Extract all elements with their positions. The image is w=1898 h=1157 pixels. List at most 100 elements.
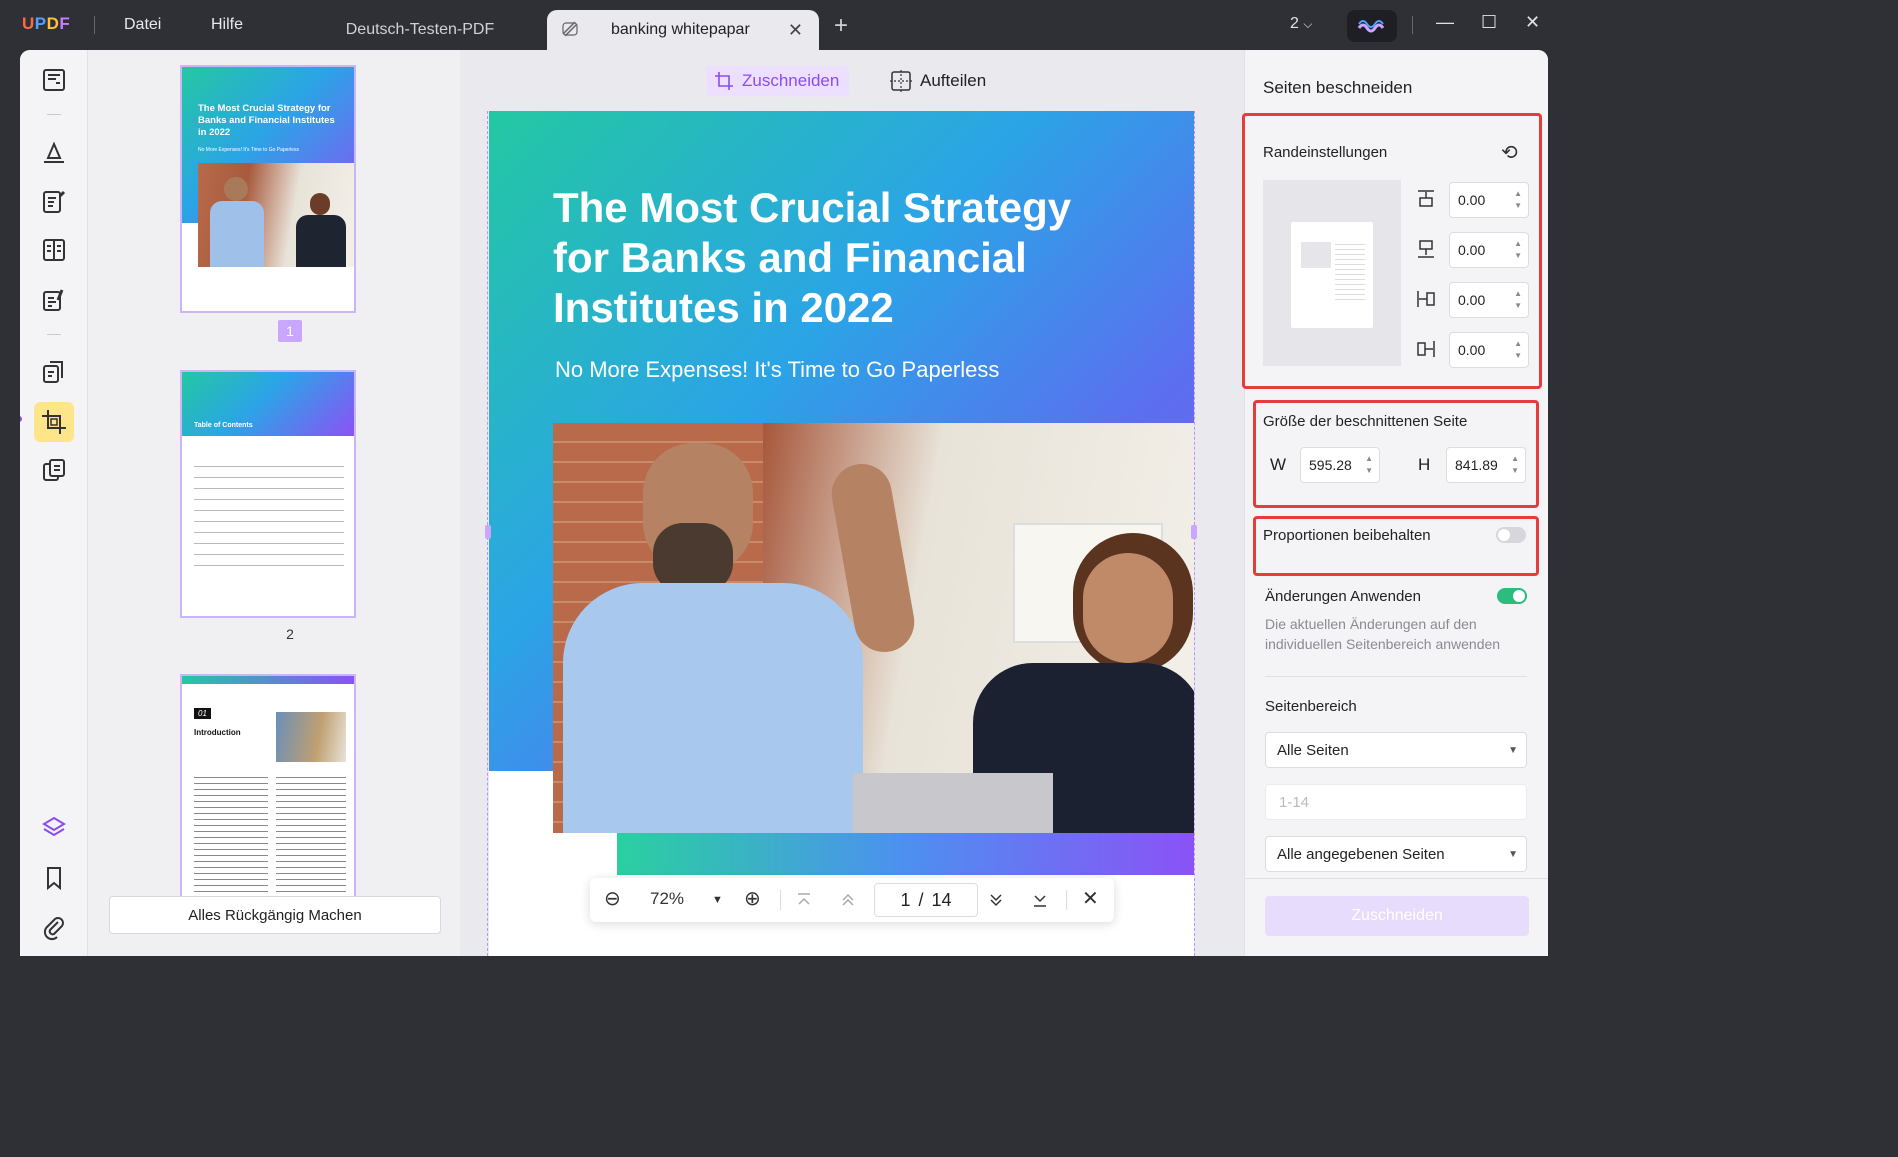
photo-woman-face <box>1083 553 1173 663</box>
close-tab-icon[interactable]: ✕ <box>788 20 803 41</box>
preview-page <box>1291 222 1373 328</box>
stepper-icon[interactable]: ▲ ▼ <box>1365 453 1373 477</box>
zoom-bar: ⊖ 72% ▼ ⊕ 1 / 14 ✕ <box>590 878 1114 922</box>
margin-bottom-value: 0.00 <box>1458 242 1486 258</box>
divider <box>780 890 781 910</box>
menu-datei[interactable]: Datei <box>124 16 161 34</box>
divider <box>1066 890 1067 910</box>
page-subset-select[interactable]: Alle angegebenen Seiten ▼ <box>1265 836 1527 872</box>
crop-boundary[interactable]: The Most Crucial Strategy for Banks and … <box>485 111 1197 956</box>
margin-top-value: 0.00 <box>1458 192 1486 208</box>
text-column <box>276 772 346 896</box>
stepper-icon[interactable]: ▲ ▼ <box>1511 453 1519 477</box>
stepper-icon[interactable]: ▲ ▼ <box>1514 338 1522 362</box>
tab-deutsch-testen-pdf[interactable]: Deutsch-Testen-PDF <box>320 10 520 50</box>
menu-hilfe[interactable]: Hilfe <box>211 16 243 34</box>
margin-settings-highlight: Randeinstellungen ⟲ 0.00 ▲ ▼ 0.00 ▲ ▼ 0.00 ▲ ▼… <box>1242 113 1542 389</box>
cover-subtitle: No More Expenses! It's Time to Go Paperl… <box>555 357 1000 382</box>
panel-title: Seiten beschneiden <box>1263 78 1413 97</box>
updf-logo[interactable]: UPDF <box>22 14 70 34</box>
photo-person-head <box>224 177 248 201</box>
margin-right-input[interactable]: 0.00 ▲ ▼ <box>1449 332 1529 368</box>
page-range-input[interactable]: 1-14 <box>1265 784 1527 820</box>
edit-pdf-icon[interactable] <box>40 188 68 216</box>
new-tab-button[interactable]: + <box>834 12 848 40</box>
reset-icon[interactable]: ⟲ <box>1501 140 1518 165</box>
thumbnail-header-strip <box>182 676 354 684</box>
current-page: 1 <box>900 889 911 910</box>
keep-ratio-toggle[interactable] <box>1496 527 1526 543</box>
photo-man-shirt <box>563 583 863 833</box>
photo-person-body <box>210 201 264 267</box>
width-label: W <box>1270 455 1287 474</box>
attachment-icon[interactable] <box>40 914 68 942</box>
stepper-icon[interactable]: ▲ ▼ <box>1514 288 1522 312</box>
stepper-icon[interactable]: ▲ ▼ <box>1514 188 1522 212</box>
user-avatar[interactable] <box>1347 10 1397 42</box>
dropdown-arrow-icon: ▼ <box>1508 849 1518 860</box>
first-page-icon[interactable] <box>796 892 812 908</box>
minimize-icon[interactable]: — <box>1436 12 1454 33</box>
thumbnail-page-2[interactable]: Table of Contents <box>180 370 356 618</box>
thumbnail-title: The Most Crucial Strategy for Banks and … <box>198 103 335 138</box>
width-input[interactable]: 595.28 ▲ ▼ <box>1300 447 1380 483</box>
chapter-number: 01 <box>194 708 211 719</box>
zoom-in-icon[interactable]: ⊕ <box>744 886 761 911</box>
toc-lines <box>194 456 344 572</box>
toggle-knob <box>1498 529 1510 541</box>
previous-page-icon[interactable] <box>840 892 856 908</box>
stepper-icon[interactable]: ▲ ▼ <box>1514 238 1522 262</box>
left-toolbar <box>20 50 88 956</box>
thumbnail-page-1[interactable]: The Most Crucial Strategy for Banks and … <box>180 65 356 313</box>
page-range-select[interactable]: Alle Seiten ▼ <box>1265 732 1527 768</box>
page-preview <box>1263 180 1401 366</box>
crop-icon <box>42 410 66 434</box>
preview-text-lines <box>1335 240 1365 300</box>
apply-changes-toggle[interactable] <box>1497 588 1527 604</box>
crop-tool-active-bg[interactable] <box>34 402 74 442</box>
organize-pages-icon[interactable] <box>40 358 68 386</box>
divider <box>1245 878 1548 879</box>
form-icon[interactable] <box>40 236 68 264</box>
last-page-icon[interactable] <box>1032 892 1048 908</box>
comment-highlighter-icon[interactable] <box>40 138 68 166</box>
layers-icon[interactable] <box>40 814 68 842</box>
height-value: 841.89 <box>1455 457 1498 473</box>
margin-bottom-input[interactable]: 0.00 ▲ ▼ <box>1449 232 1529 268</box>
thumbnail-page-3[interactable]: 01 Introduction <box>180 674 356 896</box>
dropdown-arrow-icon: ▼ <box>1508 745 1518 756</box>
apply-changes-description: Die aktuellen Änderungen auf den individ… <box>1265 616 1501 652</box>
maximize-icon[interactable]: ☐ <box>1481 12 1497 33</box>
crop-handle-right[interactable] <box>1191 525 1197 539</box>
close-window-icon[interactable]: ✕ <box>1525 12 1540 33</box>
crop-icon <box>715 72 733 90</box>
height-input[interactable]: 841.89 ▲ ▼ <box>1446 447 1526 483</box>
total-pages: 14 <box>931 889 952 910</box>
bookmark-icon[interactable] <box>40 864 68 892</box>
close-zoom-bar-icon[interactable]: ✕ <box>1082 886 1099 911</box>
sign-icon[interactable] <box>40 286 68 314</box>
page-indicator[interactable]: 1 / 14 <box>874 883 978 917</box>
margin-left-input[interactable]: 0.00 ▲ ▼ <box>1449 282 1529 318</box>
zoom-dropdown-icon[interactable]: ▼ <box>712 894 723 906</box>
pdf-page: The Most Crucial Strategy for Banks and … <box>489 111 1194 956</box>
crop-handle-left[interactable] <box>485 525 491 539</box>
window-count-dropdown[interactable]: 2 ⌵ <box>1290 15 1312 33</box>
crop-apply-button[interactable]: Zuschneiden <box>1265 896 1529 936</box>
zoom-out-icon[interactable]: ⊖ <box>604 886 621 911</box>
cover-photo <box>553 423 1194 833</box>
reader-icon[interactable] <box>40 66 68 94</box>
margin-top-input[interactable]: 0.00 ▲ ▼ <box>1449 182 1529 218</box>
next-page-icon[interactable] <box>988 892 1004 908</box>
zoom-level[interactable]: 72% <box>650 889 684 909</box>
undo-all-button[interactable]: Alles Rückgängig Machen <box>109 896 441 934</box>
margin-right-value: 0.00 <box>1458 342 1486 358</box>
avatar-wave-icon <box>1357 20 1385 33</box>
divider <box>47 334 61 335</box>
split-mode-button[interactable]: Aufteilen <box>882 66 996 96</box>
text-column <box>194 772 268 896</box>
batch-icon[interactable] <box>40 456 68 484</box>
crop-mode-button[interactable]: Zuschneiden <box>706 66 850 96</box>
thumbnail-panel: The Most Crucial Strategy for Banks and … <box>88 50 460 956</box>
tab-banking-whitepapar[interactable]: banking whitepapar ✕ <box>547 10 819 50</box>
